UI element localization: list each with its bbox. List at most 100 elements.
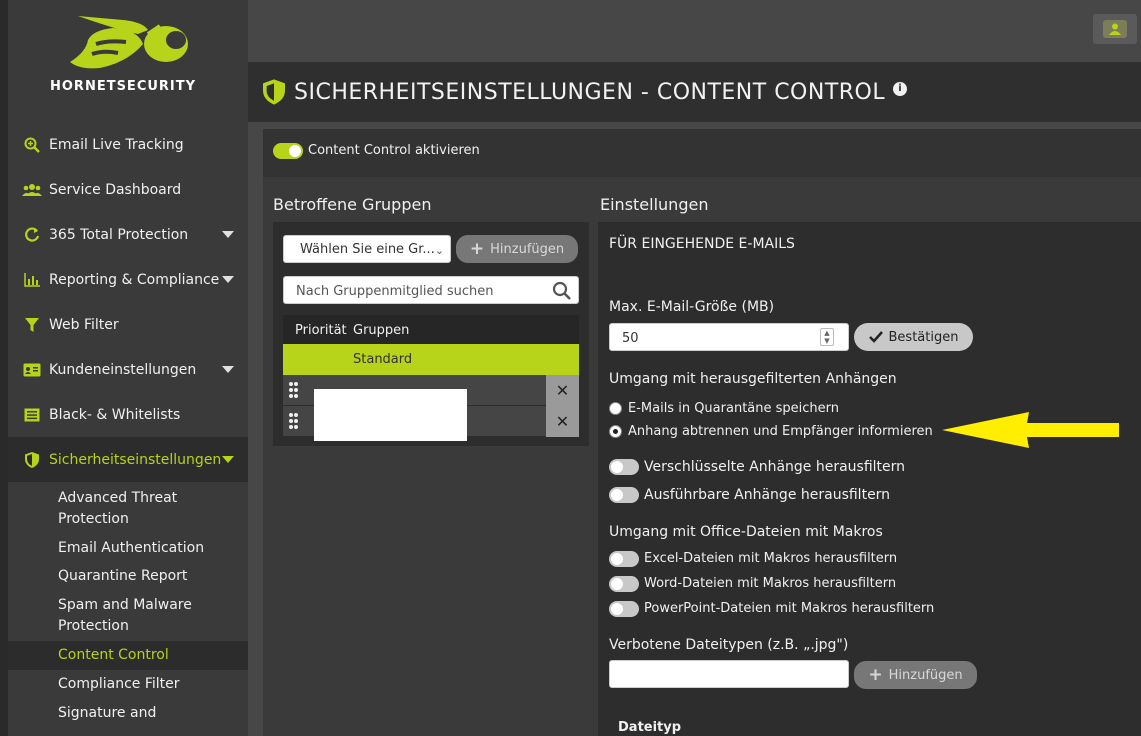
brand-name: HORNETSECURITY	[50, 79, 197, 94]
redaction-box	[314, 389, 467, 441]
sidebar-item-web-filter[interactable]: Web Filter	[8, 302, 248, 347]
toggle-excel-macros[interactable]	[609, 551, 639, 567]
confirm-label: Bestätigen	[888, 329, 959, 345]
content-control-toggle[interactable]	[273, 143, 303, 159]
group-name: Standard	[353, 352, 413, 367]
sidebar-item-email-live-tracking[interactable]: Email Live Tracking	[8, 122, 248, 167]
sidebar-subitem-compliance-filter[interactable]: Compliance Filter	[8, 670, 248, 699]
max-size-value: 50	[622, 331, 639, 346]
sidebar: HORNETSECURITY Email Live Tracking Servi…	[8, 0, 248, 736]
max-size-input[interactable]: 50 ▲ ▼	[609, 323, 849, 351]
plus-icon: +	[868, 665, 883, 685]
group-select[interactable]: Wählen Sie eine Gr... ⌄	[283, 235, 451, 263]
filetype-column-header: Dateityp	[618, 720, 682, 735]
sidebar-subitem-email-authentication[interactable]: Email Authentication	[8, 534, 248, 562]
chevron-down-icon	[222, 456, 234, 463]
max-size-label: Max. E-Mail-Größe (MB)	[609, 299, 775, 315]
group-select-value: Wählen Sie eine Gr...	[300, 242, 435, 257]
plus-icon: +	[469, 239, 485, 259]
sidebar-item-label: 365 Total Protection	[49, 226, 189, 243]
sidebar-subitem-quarantine-report[interactable]: Quarantine Report	[8, 562, 248, 591]
group-member-search-input[interactable]: Nach Gruppenmitglied suchen	[283, 276, 579, 304]
shield-icon	[22, 450, 42, 470]
sidebar-item-label: Email Live Tracking	[49, 136, 184, 153]
chevron-down-icon	[222, 231, 234, 238]
chevron-down-icon	[222, 276, 234, 283]
id-card-icon	[22, 360, 42, 380]
check-icon	[868, 331, 883, 343]
radio-quarantine[interactable]	[609, 402, 622, 415]
sidebar-subitem-spam-malware-protection[interactable]: Spam and Malware Protection	[8, 591, 198, 641]
sidebar-item-black-whitelists[interactable]: Black- & Whitelists	[8, 392, 248, 437]
section-incoming-heading: FÜR EINGEHENDE E-MAILS	[609, 236, 795, 252]
content-control-toggle-bar: Content Control aktivieren	[263, 129, 1141, 177]
refresh-icon	[22, 225, 42, 245]
toggle-executable[interactable]	[609, 487, 639, 503]
sidebar-item-365-total-protection[interactable]: 365 Total Protection	[8, 212, 248, 257]
add-filetype-button[interactable]: + Hinzufügen	[854, 661, 977, 689]
confirm-button[interactable]: Bestätigen	[854, 323, 973, 351]
toggle-powerpoint-macros[interactable]	[609, 601, 639, 617]
remove-group-button[interactable]: ✕	[546, 406, 579, 437]
toggle-excel-label: Excel-Dateien mit Makros herausfiltern	[644, 551, 898, 566]
remove-group-button[interactable]: ✕	[546, 375, 579, 406]
logo[interactable]: HORNETSECURITY	[8, 0, 248, 110]
toggle-executable-label: Ausführbare Anhänge herausfiltern	[644, 487, 891, 503]
shield-icon	[263, 79, 285, 105]
settings-heading: Einstellungen	[600, 195, 709, 214]
bar-chart-icon	[22, 270, 42, 290]
office-macros-label: Umgang mit Office-Dateien mit Makros	[609, 524, 883, 540]
sidebar-item-label: Black- & Whitelists	[49, 406, 181, 423]
sidebar-subitem-signature[interactable]: Signature and	[8, 699, 248, 728]
sidebar-subitem-advanced-threat-protection[interactable]: Advanced Threat Protection	[8, 482, 188, 534]
sidebar-item-label: Service Dashboard	[49, 181, 182, 198]
stepper-icon[interactable]: ▲ ▼	[820, 328, 834, 346]
sidebar-item-service-dashboard[interactable]: Service Dashboard	[8, 167, 248, 212]
drag-handle-icon[interactable]	[289, 412, 299, 430]
sidebar-item-label: Kundeneinstellungen	[49, 361, 197, 378]
add-group-button[interactable]: + Hinzufügen	[456, 235, 578, 263]
user-menu-button[interactable]	[1093, 14, 1137, 44]
search-plus-icon	[22, 135, 42, 155]
toggle-word-macros[interactable]	[609, 576, 639, 592]
sidebar-item-sicherheitseinstellungen[interactable]: Sicherheitseinstellungen	[8, 437, 248, 482]
add-group-label: Hinzufügen	[490, 241, 565, 257]
users-icon	[22, 180, 42, 200]
chevron-down-icon: ⌄	[434, 244, 444, 257]
radio-detach[interactable]	[609, 425, 622, 438]
sidebar-subitem-content-control[interactable]: Content Control	[8, 641, 248, 670]
sidebar-item-label: Reporting & Compliance	[49, 271, 220, 288]
page-title: SICHERHEITSEINSTELLUNGEN - CONTENT CONTR…	[294, 80, 886, 105]
toggle-word-label: Word-Dateien mit Makros herausfiltern	[644, 576, 897, 591]
toggle-powerpoint-label: PowerPoint-Dateien mit Makros herausfilt…	[644, 601, 935, 616]
filter-icon	[22, 315, 42, 335]
forbidden-filetype-input[interactable]	[609, 660, 849, 688]
info-icon[interactable]: i	[893, 82, 907, 96]
add-filetype-label: Hinzufügen	[888, 667, 963, 683]
table-row[interactable]: Standard	[283, 344, 579, 375]
drag-handle-icon[interactable]	[289, 381, 299, 399]
chevron-down-icon	[222, 366, 234, 373]
sidebar-item-label: Web Filter	[49, 316, 119, 333]
annotation-arrow-icon	[942, 412, 1119, 448]
top-bar	[248, 0, 1141, 62]
sidebar-item-reporting-compliance[interactable]: Reporting & Compliance	[8, 257, 248, 302]
sidebar-item-kundeneinstellungen[interactable]: Kundeneinstellungen	[8, 347, 248, 392]
groups-table-header: Priorität Gruppen	[283, 315, 579, 344]
content-control-toggle-label: Content Control aktivieren	[308, 143, 480, 158]
toggle-encrypted[interactable]	[609, 459, 639, 475]
list-icon	[22, 405, 42, 425]
groups-heading: Betroffene Gruppen	[273, 195, 432, 214]
radio-detach-label: Anhang abtrennen und Empfänger informier…	[628, 424, 933, 439]
forbidden-filetypes-label: Verbotene Dateitypen (z.B. „.jpg")	[609, 637, 849, 653]
search-icon[interactable]	[552, 281, 572, 301]
sidebar-nav: Email Live Tracking Service Dashboard 36…	[8, 122, 248, 728]
sidebar-submenu: Advanced Threat Protection Email Authent…	[8, 482, 248, 728]
hornet-logo-icon	[70, 16, 188, 69]
window-edge	[0, 0, 8, 736]
settings-panel: FÜR EINGEHENDE E-MAILS Max. E-Mail-Größe…	[598, 222, 1141, 736]
toggle-encrypted-label: Verschlüsselte Anhänge herausfiltern	[644, 459, 906, 475]
sidebar-item-label: Sicherheitseinstellungen	[49, 451, 222, 468]
user-icon	[1103, 20, 1127, 38]
search-placeholder: Nach Gruppenmitglied suchen	[296, 284, 494, 299]
